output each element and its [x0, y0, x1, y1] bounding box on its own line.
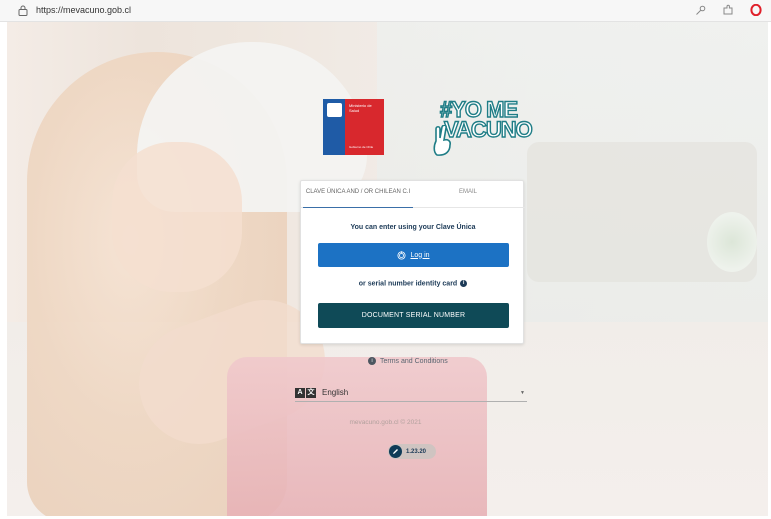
gov-sub: Gobierno de Chile: [349, 145, 374, 149]
gov-name: Ministerio de Salud: [349, 103, 372, 113]
browser-bar: https://mevacuno.gob.cl: [0, 0, 771, 22]
coat-of-arms-icon: [327, 103, 342, 117]
terms-label: Terms and Conditions: [380, 357, 448, 365]
opera-icon[interactable]: [749, 3, 763, 17]
dropdown-arrow-icon: ▼: [520, 390, 525, 396]
alt-login-text: or serial number identity card i: [301, 280, 525, 287]
tab-email[interactable]: EMAIL: [413, 181, 523, 208]
pencil-icon: [389, 445, 402, 458]
translate-icon: A文: [295, 388, 316, 398]
campaign-logo: #YO ME VACUNO: [432, 96, 533, 159]
document-serial-button[interactable]: DOCUMENT SERIAL NUMBER: [318, 303, 509, 328]
fingerprint-icon: [397, 250, 406, 259]
login-card: CLAVE ÚNICA AND / OR CHILEAN C.I EMAIL Y…: [300, 180, 525, 344]
lock-icon: [18, 5, 28, 16]
address-bar[interactable]: https://mevacuno.gob.cl: [36, 5, 131, 15]
footer-copyright: mevacuno.gob.cl © 2021: [349, 419, 422, 426]
version-number: 1.23.20: [406, 448, 427, 455]
key-icon[interactable]: [693, 3, 707, 17]
tab-clave-unica[interactable]: CLAVE ÚNICA AND / OR CHILEAN C.I: [303, 181, 413, 208]
info-icon: i: [368, 357, 376, 365]
language-select[interactable]: A文 English ▼: [295, 386, 527, 402]
terms-link[interactable]: i Terms and Conditions: [368, 357, 448, 365]
login-tabs: CLAVE ÚNICA AND / OR CHILEAN C.I EMAIL: [301, 181, 525, 208]
login-heading: You can enter using your Clave Única: [350, 224, 476, 231]
peace-hand-icon: [433, 125, 451, 156]
government-logo: Ministerio de Salud Gobierno de Chile: [323, 99, 384, 155]
campaign-line-2: VACUNO: [443, 116, 533, 142]
version-badge: 1.23.20: [388, 444, 436, 459]
login-button-label: Log in: [410, 251, 430, 259]
login-button[interactable]: Log in: [318, 243, 509, 267]
alt-login-label: or serial number identity card: [358, 280, 458, 288]
info-icon[interactable]: i: [460, 280, 468, 287]
language-value: English: [322, 388, 349, 397]
extension-icon[interactable]: [721, 3, 735, 17]
